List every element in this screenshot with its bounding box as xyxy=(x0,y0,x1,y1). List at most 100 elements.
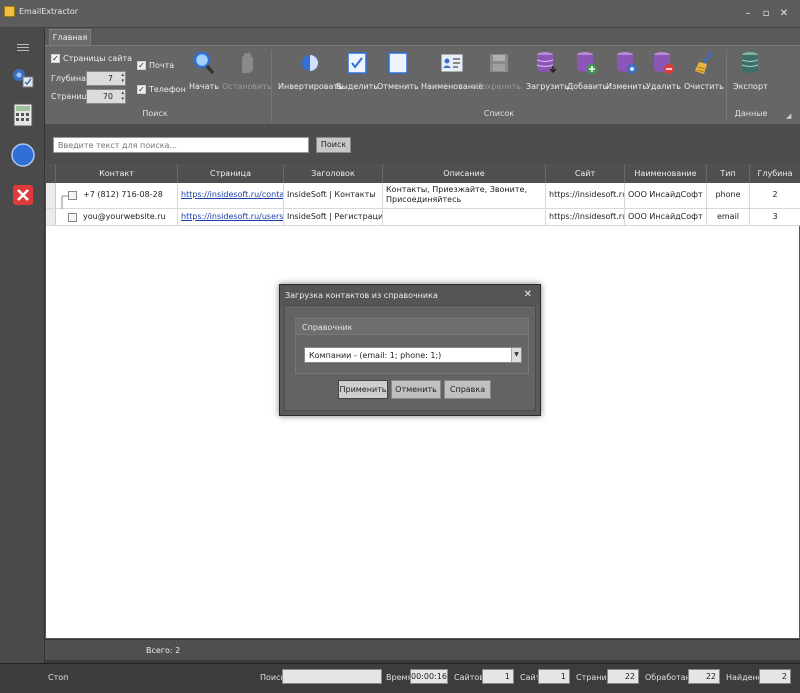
help-button[interactable]: Справка xyxy=(444,380,491,399)
search-input[interactable] xyxy=(53,137,309,153)
ribbon: Главная ✓Страницы сайта Глубина:7 Страни… xyxy=(45,28,800,124)
list-group-label: Список xyxy=(483,109,515,118)
export-button[interactable]: Экспорт xyxy=(733,50,768,98)
total-bar: Всего: 2 xyxy=(45,639,800,660)
status-search-progress xyxy=(282,669,382,684)
grid-header: Контакт Страница Заголовок Описание Сайт… xyxy=(46,165,800,183)
database-add-icon xyxy=(575,50,599,76)
sites-label: Сайтов xyxy=(454,673,484,682)
column-header[interactable]: Контакт xyxy=(56,165,178,183)
maximize-icon[interactable]: ▫ xyxy=(761,9,771,19)
search-button[interactable]: Поиск xyxy=(316,137,351,153)
directory-select-value: Компании - (email: 1; phone: 1;) xyxy=(309,351,442,360)
app-icon xyxy=(4,6,15,17)
ribbon-body: ✓Страницы сайта Глубина:7 Страниц:70 ✓По… xyxy=(45,45,800,124)
total-count: Всего: 2 xyxy=(146,646,181,655)
cancel-button[interactable]: Отменить xyxy=(391,380,441,399)
check-icon: ✓ xyxy=(137,85,146,94)
directory-group: Справочник Компании - (email: 1; phone: … xyxy=(295,318,529,374)
checkbox-checked-icon xyxy=(345,50,369,76)
unselect-button[interactable]: Отменить xyxy=(377,50,419,98)
clear-button[interactable]: Очистить xyxy=(684,50,724,98)
contact-cell: +7 (812) 716-08-28 xyxy=(80,183,178,208)
column-header[interactable]: Наименование xyxy=(625,165,707,183)
database-load-icon xyxy=(535,50,559,76)
column-header[interactable]: Страница xyxy=(178,165,284,183)
table-row[interactable]: +7 (812) 716-08-28 https://insidesoft.ru… xyxy=(46,183,800,223)
minimize-icon[interactable]: – xyxy=(743,9,753,19)
stop-button[interactable]: Остановить xyxy=(222,50,272,98)
save-button[interactable]: Сохранить xyxy=(476,50,521,98)
depth-stepper[interactable]: 7 xyxy=(86,71,126,86)
site-cell: https://insidesoft.ru/ xyxy=(546,183,625,208)
apply-button[interactable]: Применить xyxy=(338,380,388,399)
page-link[interactable]: https://insidesoft.ru/users/req... xyxy=(181,212,283,221)
depth-field[interactable]: Глубина: 7 xyxy=(51,71,126,86)
hand-icon xyxy=(235,50,259,76)
invert-icon xyxy=(298,50,322,76)
pages-stepper[interactable]: 70 xyxy=(86,89,126,104)
circle-icon[interactable] xyxy=(8,140,38,170)
header-cell: InsideSoft | Контакты xyxy=(284,183,383,208)
row-indicator-header xyxy=(46,165,56,183)
column-header[interactable]: Тип xyxy=(707,165,750,183)
column-header[interactable]: Заголовок xyxy=(284,165,383,183)
column-header[interactable]: Глубина xyxy=(750,165,800,183)
name-cell: ООО ИнсайдСофт xyxy=(625,209,707,225)
contact-cell: you@yourwebsite.ru xyxy=(80,209,178,225)
dialog-close-icon[interactable]: ✕ xyxy=(524,289,532,300)
edit-button[interactable]: Изменить xyxy=(606,50,647,98)
database-export-icon xyxy=(738,50,762,76)
naming-button[interactable]: Наименование xyxy=(421,50,483,98)
dialog-body: Справочник Компании - (email: 1; phone: … xyxy=(284,305,536,411)
name-cell: ООО ИнсайдСофт xyxy=(625,183,707,208)
tab-main[interactable]: Главная xyxy=(49,29,91,46)
title-bar: EmailExtractor – ▫ ✕ xyxy=(0,0,800,28)
select-button[interactable]: Выделить xyxy=(336,50,378,98)
add-button[interactable]: Добавить xyxy=(567,50,607,98)
header-cell: InsideSoft | Регистрация xyxy=(284,209,383,225)
phone-checkbox[interactable]: ✓ Телефон xyxy=(137,85,186,94)
row-indicator xyxy=(46,183,56,208)
ribbon-collapse-icon[interactable]: ◢ xyxy=(786,112,794,120)
description-cell xyxy=(383,209,546,225)
processed-value: 22 xyxy=(688,669,720,684)
page-cell[interactable]: https://insidesoft.ru/users/req... xyxy=(178,209,284,225)
mail-checkbox[interactable]: ✓ Почта xyxy=(137,61,174,70)
description-cell: Контакты, Приезжайте, Звоните, Присоедин… xyxy=(383,183,546,208)
database-edit-icon xyxy=(615,50,639,76)
delete-button[interactable]: Удалить xyxy=(646,50,681,98)
page-link[interactable]: https://insidesoft.ru/contacts/ xyxy=(181,190,283,199)
separator xyxy=(726,50,727,122)
site-value: 1 xyxy=(538,669,570,684)
directory-select[interactable]: Компании - (email: 1; phone: 1;) ▼ xyxy=(304,347,522,363)
time-value: 00:00:16 xyxy=(410,669,448,684)
checkbox-empty-icon xyxy=(386,50,410,76)
database-delete-icon xyxy=(652,50,676,76)
invert-button[interactable]: Инвертировать xyxy=(278,50,343,98)
page-cell[interactable]: https://insidesoft.ru/contacts/ xyxy=(178,183,284,208)
exit-icon[interactable] xyxy=(8,180,38,210)
type-cell: email xyxy=(707,209,750,225)
table-row[interactable]: you@yourwebsite.ru https://insidesoft.ru… xyxy=(46,209,800,226)
row-checkbox[interactable] xyxy=(68,213,77,222)
menu-icon[interactable] xyxy=(8,32,38,62)
column-header[interactable]: Сайт xyxy=(546,165,625,183)
close-icon[interactable]: ✕ xyxy=(779,9,789,19)
calculator-icon[interactable] xyxy=(8,100,38,130)
broom-icon xyxy=(692,50,716,76)
load-contacts-dialog: Загрузка контактов из справочника ✕ Спра… xyxy=(279,284,541,416)
sitemap-icon[interactable] xyxy=(8,62,38,92)
type-cell: phone xyxy=(707,183,750,208)
load-button[interactable]: Загрузить xyxy=(526,50,569,98)
column-header[interactable]: Описание xyxy=(383,165,546,183)
chevron-down-icon[interactable]: ▼ xyxy=(511,348,521,362)
depth-cell: 2 xyxy=(772,190,778,199)
row-checkbox[interactable] xyxy=(68,191,77,200)
search-group-label: Поиск xyxy=(142,109,168,118)
start-button[interactable]: Начать xyxy=(189,50,219,98)
floppy-icon xyxy=(487,50,511,76)
sites-value: 1 xyxy=(482,669,514,684)
site-pages-checkbox[interactable]: ✓ Страницы сайта xyxy=(51,54,132,63)
pages-field[interactable]: Страниц: 70 xyxy=(51,89,126,104)
